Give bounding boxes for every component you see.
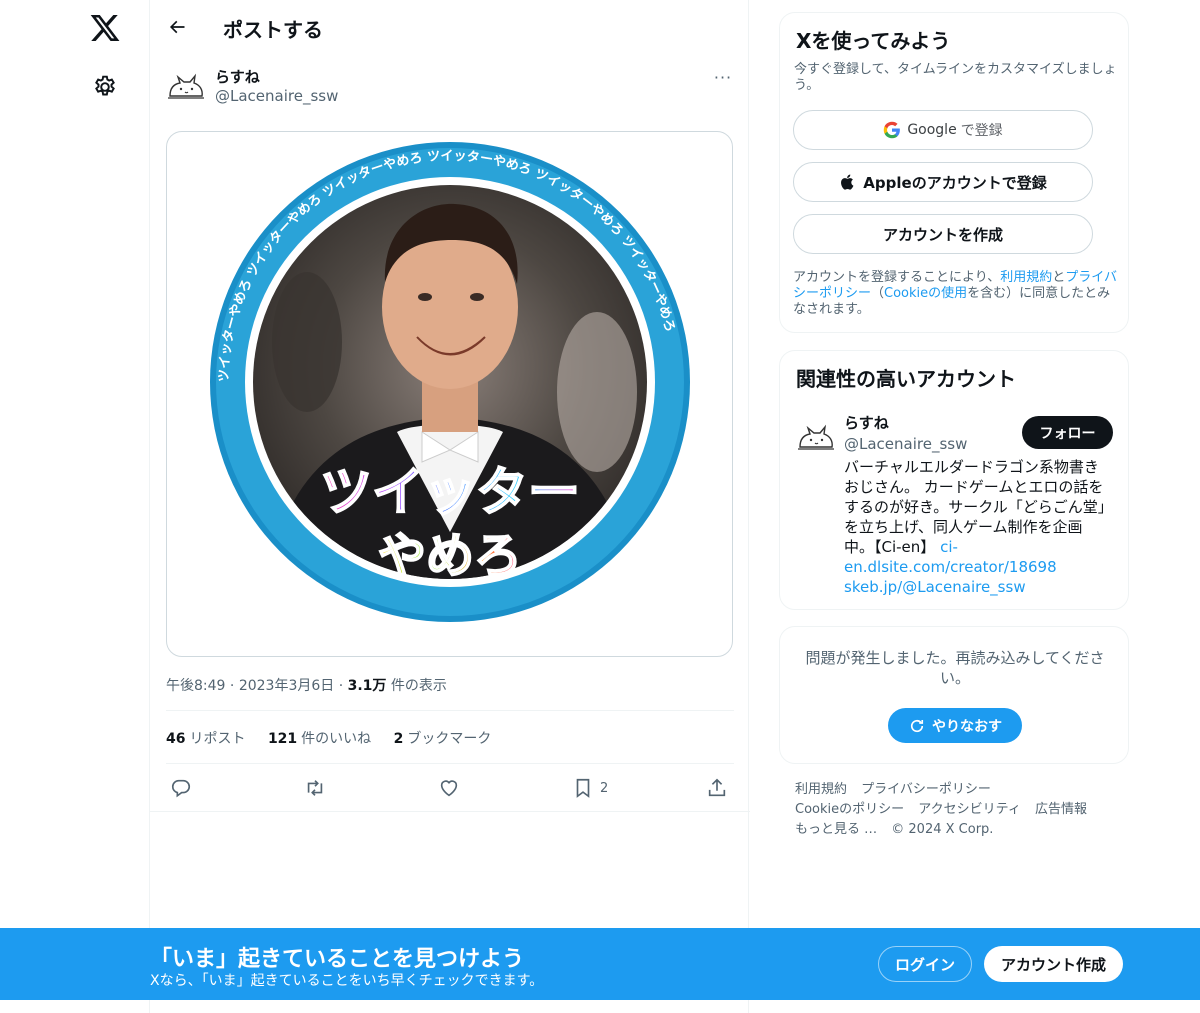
- likes-stat[interactable]: 121 件のいいね: [268, 731, 371, 747]
- views-label: 件の表示: [390, 678, 447, 694]
- footer-link[interactable]: アクセシビリティ: [918, 802, 1021, 817]
- retry-button[interactable]: やりなおす: [888, 708, 1022, 743]
- bio-link-skeb[interactable]: skeb.jp/@Lacenaire_ssw: [844, 577, 1106, 597]
- reply-icon[interactable]: [170, 774, 192, 802]
- cookie-link[interactable]: Cookieの使用: [884, 286, 967, 301]
- google-icon: [884, 121, 901, 139]
- error-card: 問題が発生しました。再読み込みしてください。 やりなおす: [779, 626, 1129, 764]
- post-date[interactable]: 2023年3月6日: [239, 678, 334, 694]
- create-account-button[interactable]: アカウントを作成: [793, 214, 1093, 254]
- create-account-label: アカウントを作成: [882, 225, 1003, 244]
- footer-link[interactable]: 広告情報: [1035, 802, 1087, 817]
- left-navigation: [0, 0, 150, 1013]
- related-accounts-card: 関連性の高いアカウント らすね @Lacenaire_ssw フォロー バーチャ…: [779, 350, 1129, 610]
- author-name[interactable]: らすね: [215, 66, 260, 87]
- share-icon[interactable]: [706, 774, 728, 802]
- footer-link[interactable]: もっと見る …: [795, 822, 877, 837]
- google-signup-label: Google: [907, 122, 957, 138]
- author-handle[interactable]: @Lacenaire_ssw: [215, 87, 338, 105]
- related-bio: バーチャルエルダードラゴン系物書きおじさん。 カードゲームとエロの話をするのが好…: [844, 458, 1106, 597]
- login-button[interactable]: ログイン: [878, 946, 972, 982]
- post-actions: 2: [166, 770, 734, 806]
- footer-link[interactable]: Cookieのポリシー: [795, 802, 904, 817]
- apple-icon: [841, 174, 854, 190]
- copyright: © 2024 X Corp.: [891, 822, 994, 837]
- like-icon[interactable]: [438, 774, 460, 802]
- signup-subtitle: 今すぐ登録して、タイムラインをカスタマイズしましょう。: [794, 62, 1117, 93]
- post-author: らすね @Lacenaire_ssw ···: [166, 62, 736, 110]
- refresh-icon: [910, 719, 924, 732]
- follow-button[interactable]: フォロー: [1022, 416, 1113, 449]
- banner-title: 「いま」起きていることを見つけよう: [150, 947, 525, 972]
- related-name[interactable]: らすね: [844, 412, 889, 433]
- bookmark-count: 2: [600, 780, 609, 796]
- overlay-text-line1: ツイッター: [320, 463, 580, 523]
- bookmarks-stat[interactable]: 2 ブックマーク: [394, 731, 492, 747]
- post-image[interactable]: ツイッターやめろ ツイッターやめろ ツイッターやめろ ツイッターやめろ ツイッタ…: [166, 131, 733, 657]
- x-logo-icon[interactable]: [89, 12, 121, 44]
- google-signup-button[interactable]: Google で登録: [793, 110, 1093, 150]
- arrow-left-icon[interactable]: [164, 14, 190, 40]
- google-signup-suffix: で登録: [960, 123, 1003, 139]
- overlay-text-line2: やめろ: [378, 528, 522, 584]
- post-meta: 午後8:49 · 2023年3月6日 · 3.1万 件の表示: [166, 678, 447, 694]
- apple-signup-button[interactable]: Appleのアカウントで登録: [793, 162, 1093, 202]
- post-time[interactable]: 午後8:49: [166, 678, 225, 694]
- avatar[interactable]: [796, 419, 836, 459]
- related-title: 関連性の高いアカウント: [796, 367, 1016, 391]
- post-detail-column: ポストする らすね @Lacenaire_ssw ··· ツイッターやめろ ツイ…: [149, 0, 750, 1013]
- apple-signup-label: Appleのアカウントで登録: [863, 173, 1047, 192]
- signup-banner: 「いま」起きていることを見つけよう Xなら、「いま」起きていることをいち早くチェ…: [0, 928, 1200, 1000]
- terms-text: アカウントを登録することにより、利用規約とプライバシーポリシー（Cookieの使…: [793, 270, 1118, 317]
- reposts-stat[interactable]: 46 リポスト: [166, 731, 245, 747]
- more-options-icon[interactable]: ···: [710, 64, 736, 90]
- banner-subtitle: Xなら、「いま」起きていることをいち早くチェックできます。: [150, 973, 544, 989]
- signup-button[interactable]: アカウント作成: [984, 946, 1123, 982]
- error-message: 問題が発生しました。再読み込みしてください。: [805, 649, 1105, 687]
- signup-card-title: Xを使ってみよう: [796, 29, 951, 53]
- terms-link[interactable]: 利用規約: [1000, 270, 1052, 285]
- repost-icon[interactable]: [304, 774, 326, 802]
- divider: [166, 710, 734, 711]
- signup-card: Xを使ってみよう 今すぐ登録して、タイムラインをカスタマイズしましょう。 Goo…: [779, 12, 1129, 333]
- divider: [150, 811, 750, 812]
- views-count: 3.1万: [347, 678, 387, 694]
- footer-links: 利用規約 プライバシーポリシー Cookieのポリシー アクセシビリティ 広告情…: [795, 780, 1115, 840]
- divider: [166, 763, 734, 764]
- post-stats: 46 リポスト 121 件のいいね 2 ブックマーク: [166, 728, 509, 748]
- footer-link[interactable]: プライバシーポリシー: [861, 782, 991, 797]
- page-header: ポストする: [150, 0, 750, 54]
- page-title: ポストする: [223, 18, 323, 42]
- related-handle[interactable]: @Lacenaire_ssw: [844, 435, 967, 453]
- footer-link[interactable]: 利用規約: [795, 782, 847, 797]
- bookmark-icon[interactable]: 2: [572, 774, 608, 802]
- right-sidebar: Xを使ってみよう 今すぐ登録して、タイムラインをカスタマイズしましょう。 Goo…: [779, 0, 1129, 1013]
- avatar[interactable]: [166, 68, 206, 108]
- gear-icon[interactable]: [92, 74, 118, 100]
